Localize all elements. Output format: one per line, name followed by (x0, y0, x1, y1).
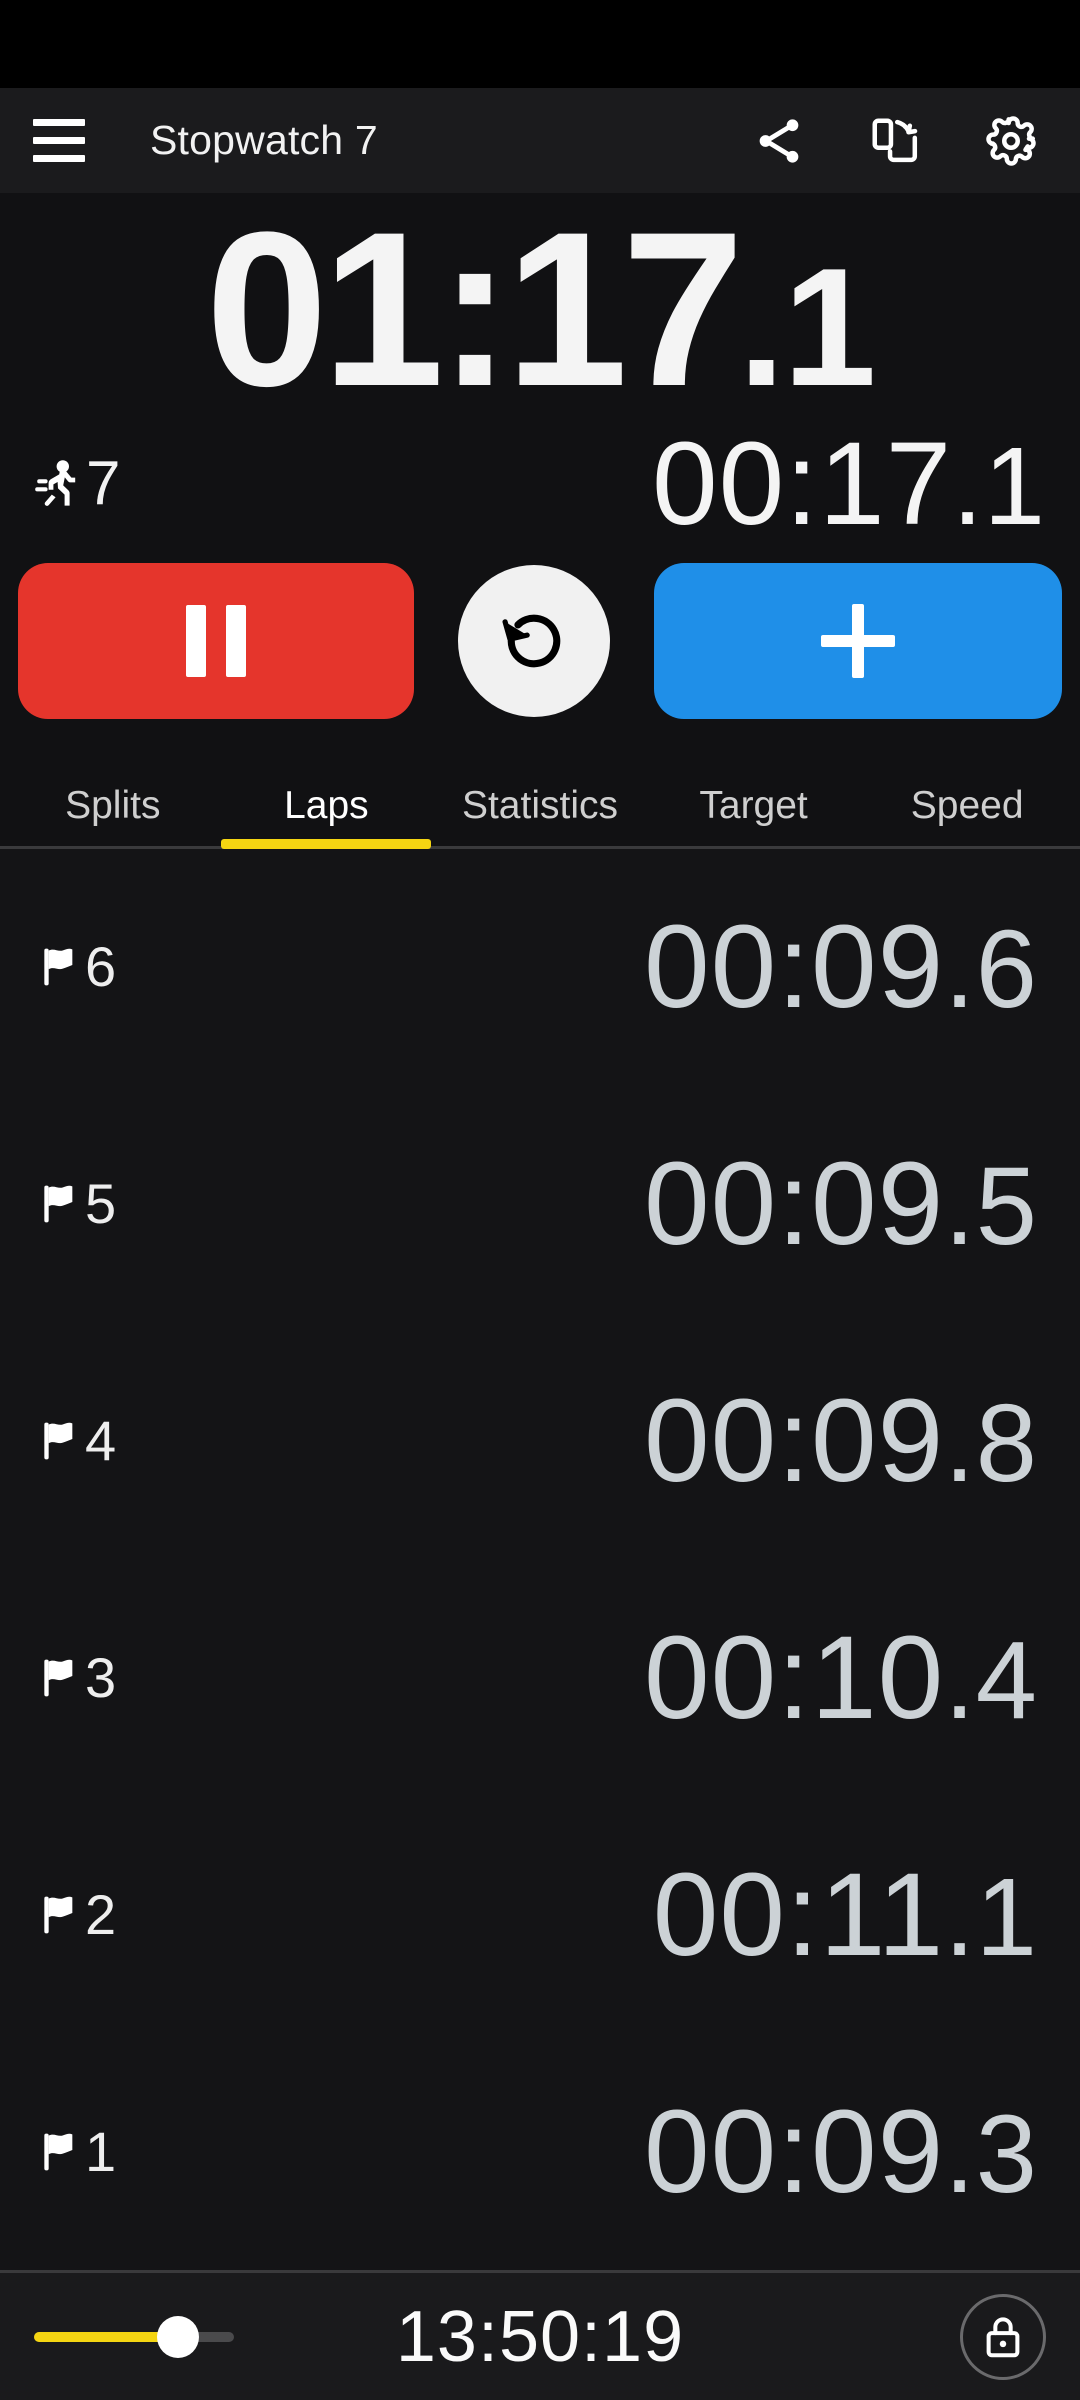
main-timer-value: 01:17 (205, 186, 745, 432)
lap-row[interactable]: 6 00:09.6 (0, 849, 1080, 1086)
lap-time-value: 00:10 (643, 1611, 945, 1744)
lap-row-label: 6 (40, 939, 116, 995)
lap-row-label: 2 (40, 1882, 117, 1946)
lap-number: 6 (85, 935, 117, 999)
flag-icon (44, 1422, 73, 1460)
pause-button[interactable] (18, 563, 414, 719)
page-title: Stopwatch 7 (150, 117, 378, 163)
flag-icon (44, 1659, 73, 1697)
brightness-slider[interactable] (34, 2315, 234, 2358)
lap-time: 00:11.1 (653, 1856, 1038, 1974)
lock-icon (986, 2316, 1020, 2357)
lap-row-label: 3 (40, 1645, 117, 1709)
tab-splits[interactable]: Splits (6, 741, 220, 846)
tab-speed-label: Speed (910, 784, 1024, 827)
screen-rotation-icon[interactable] (868, 114, 922, 168)
lap-time-value: 00:11 (652, 1848, 945, 1981)
hamburger-menu-icon[interactable] (28, 110, 90, 172)
lap-list[interactable]: 6 00:09.6 5 00:09.5 4 00:09.8 3 00:10.4 2 00:11.1… (0, 849, 1080, 2270)
lap-time: 00:10.4 (644, 1619, 1038, 1737)
reset-icon (502, 614, 561, 668)
flag-icon (44, 1185, 73, 1223)
app-bar: Stopwatch 7 (0, 88, 1080, 193)
add-lap-button[interactable] (654, 563, 1062, 719)
tab-speed[interactable]: Speed (860, 741, 1074, 846)
lap-number: 5 (85, 1172, 117, 1236)
tab-splits-label: Splits (65, 784, 161, 827)
stopwatch-app: Stopwatch 7 01:17.1 7 00:17.1 Splits Lap… (0, 0, 1080, 2400)
lap-number: 2 (85, 1882, 117, 1946)
lap-row-label: 4 (40, 1413, 116, 1469)
tab-laps[interactable]: Laps (220, 741, 434, 849)
tab-laps-label: Laps (284, 784, 369, 827)
tab-target[interactable]: Target (647, 741, 861, 846)
status-bar (0, 0, 1080, 88)
lap-row[interactable]: 3 00:10.4 (0, 1559, 1080, 1796)
lap-time-fraction: .6 (944, 908, 1038, 1032)
main-timer: 01:17.1 (30, 199, 1050, 419)
current-lap-time: 00:17.1 (652, 425, 1046, 543)
lap-time-value: 00:09 (643, 1375, 945, 1508)
lap-time-value: 00:09 (643, 901, 945, 1034)
lap-time: 00:09.8 (644, 1382, 1038, 1500)
lap-row[interactable]: 4 00:09.8 (0, 1323, 1080, 1560)
lap-number: 4 (85, 1409, 117, 1473)
tab-statistics[interactable]: Statistics (433, 741, 647, 846)
lap-time-fraction: .5 (944, 1145, 1038, 1269)
tab-bar: Splits Laps Statistics Target Speed (0, 741, 1080, 849)
current-lap-time-value: 00:17 (651, 418, 953, 550)
lap-time: 00:09.5 (644, 1145, 1038, 1263)
lap-number: 1 (85, 2119, 117, 2183)
flag-icon (44, 2133, 73, 2170)
lap-row[interactable]: 1 00:09.3 (0, 2033, 1080, 2270)
lap-time-fraction: .8 (944, 1382, 1038, 1506)
main-timer-fraction: .1 (738, 233, 876, 421)
plus-icon (821, 604, 895, 678)
lap-time-value: 00:09 (643, 2085, 945, 2218)
lap-time-fraction: .1 (944, 1855, 1038, 1979)
reset-button[interactable] (458, 565, 610, 717)
main-timer-area: 01:17.1 (0, 193, 1080, 419)
lap-count-value: 7 (86, 449, 121, 518)
lap-time-fraction: .4 (944, 1618, 1038, 1742)
lap-row-label: 1 (40, 2119, 117, 2183)
lap-row-label: 5 (40, 1176, 116, 1232)
share-icon[interactable] (752, 114, 806, 168)
bottom-bar: 13:50:19 (0, 2270, 1080, 2400)
lap-time: 00:09.3 (644, 2093, 1038, 2211)
tab-indicator (221, 839, 432, 849)
lap-number: 3 (85, 1645, 117, 1709)
lap-row[interactable]: 5 00:09.5 (0, 1086, 1080, 1323)
tab-statistics-label: Statistics (461, 784, 618, 827)
tab-target-label: Target (699, 784, 808, 827)
lap-time-value: 00:09 (643, 1138, 945, 1271)
lap-time: 00:09.6 (644, 908, 1038, 1026)
flag-icon (44, 1896, 73, 1934)
current-lap-row: 7 00:17.1 (0, 419, 1080, 543)
current-lap-time-fraction: .1 (952, 425, 1046, 548)
app-bar-actions (752, 114, 1052, 168)
pause-icon (186, 605, 246, 677)
slider-thumb[interactable] (157, 2315, 199, 2358)
flag-icon (44, 949, 73, 986)
lock-button[interactable] (960, 2293, 1046, 2380)
lap-counter: 7 (34, 453, 120, 515)
gear-icon[interactable] (984, 114, 1038, 168)
lap-time-fraction: .3 (944, 2092, 1038, 2216)
controls-row (0, 541, 1080, 741)
lap-row[interactable]: 2 00:11.1 (0, 1796, 1080, 2033)
running-person-icon (35, 460, 76, 506)
